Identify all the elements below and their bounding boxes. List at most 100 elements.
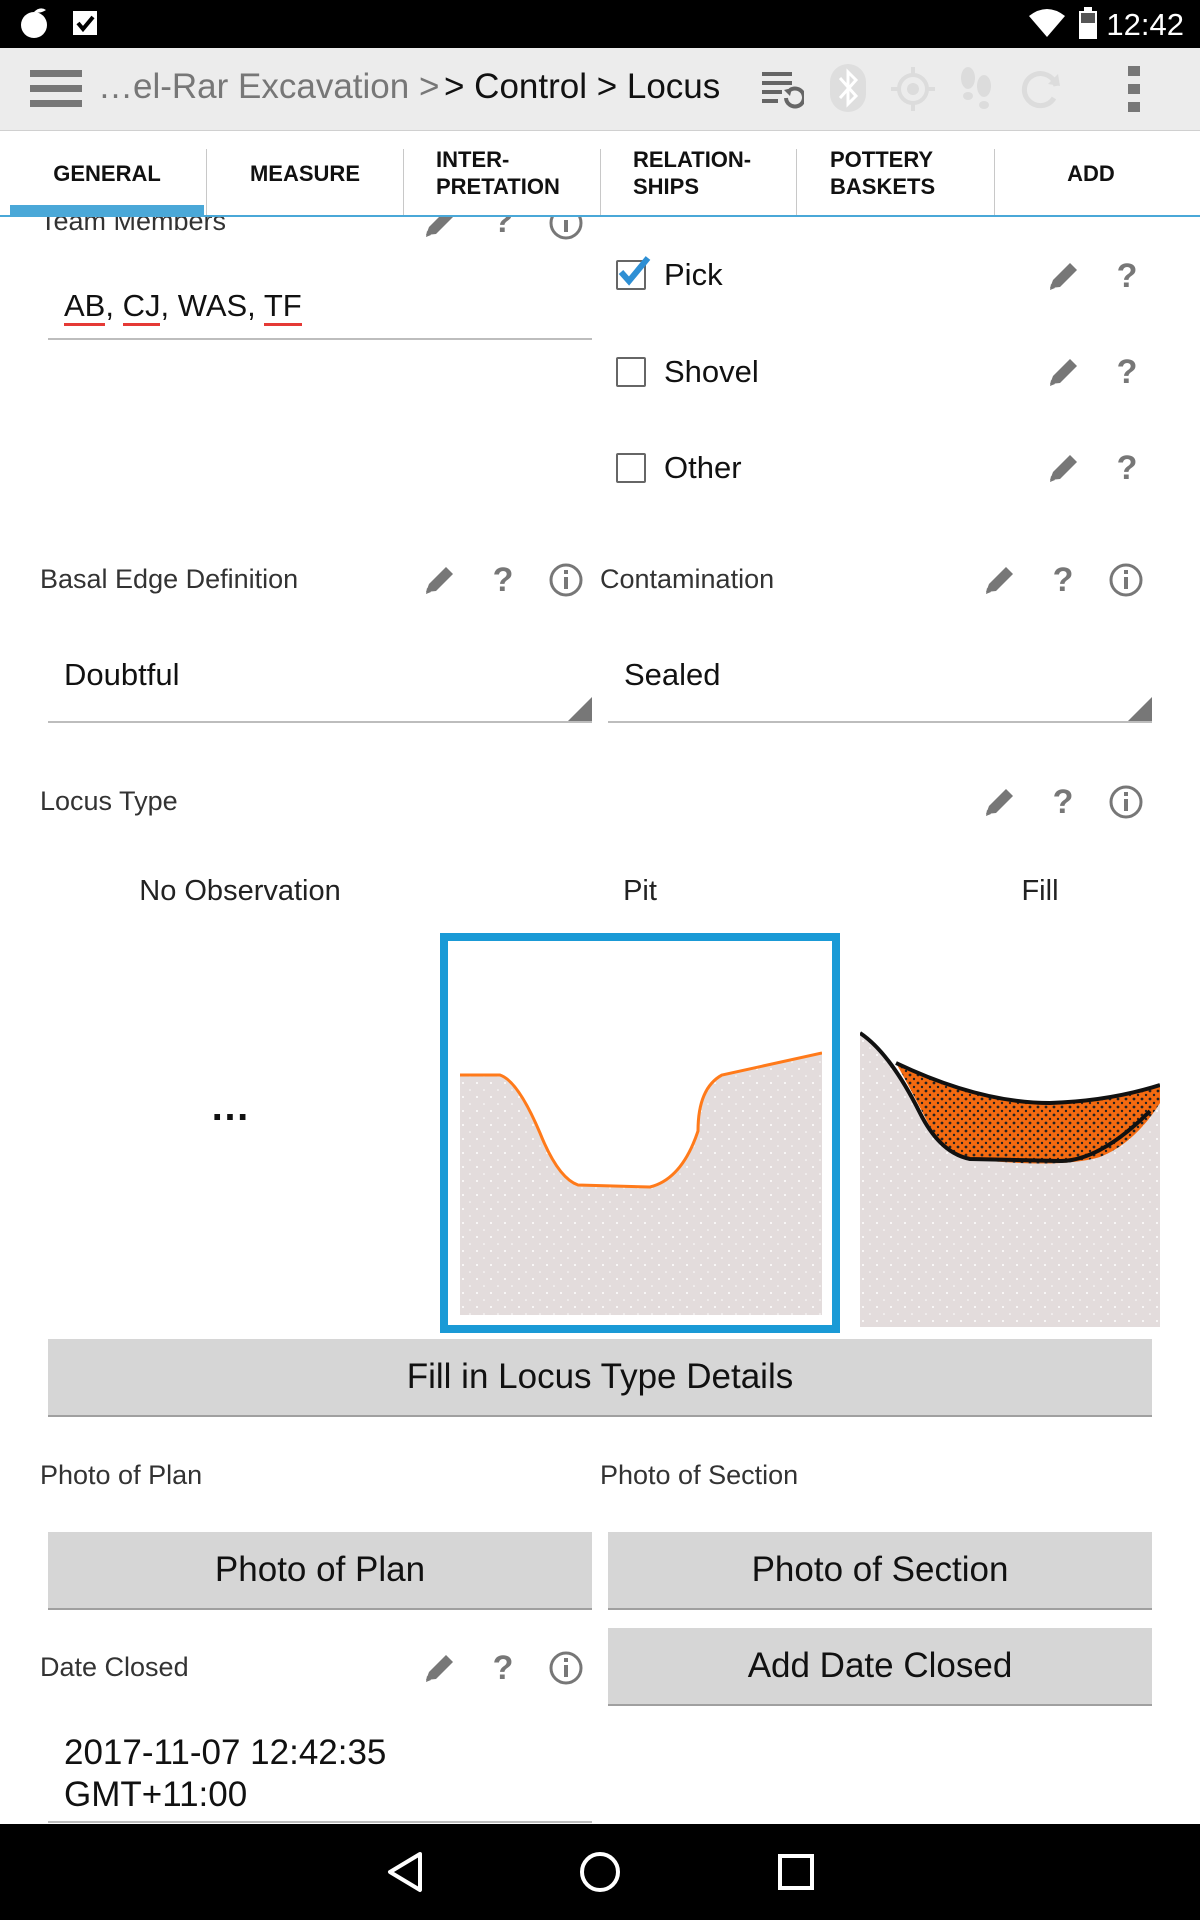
battery-icon [1079, 7, 1097, 39]
locus-option-no-observation[interactable]: … [40, 935, 420, 1275]
shovel-label[interactable]: Shovel [664, 354, 759, 390]
fill-locus-type-details-button[interactable]: Fill in Locus Type Details [48, 1339, 1152, 1417]
team-members-field[interactable]: AB, CJ, WAS, TF [64, 288, 302, 326]
home-icon[interactable] [578, 1850, 622, 1894]
help-icon[interactable]: ? [488, 562, 518, 598]
help-icon[interactable]: ? [1112, 258, 1142, 294]
contamination-value: Sealed [624, 657, 721, 692]
tab-measure[interactable]: MEASURE [208, 131, 402, 215]
notification-download-icon [73, 11, 97, 35]
basal-edge-dropdown[interactable]: Doubtful [48, 647, 592, 727]
info-icon[interactable] [1108, 562, 1144, 598]
status-bar: 12:42 [0, 0, 1200, 48]
footsteps-icon[interactable] [956, 64, 996, 114]
locus-option-fill[interactable] [860, 933, 1160, 1333]
notification-app-icon [21, 8, 47, 38]
pencil-icon[interactable] [1046, 258, 1082, 294]
refresh-icon[interactable] [1018, 66, 1064, 112]
locus-option-pit[interactable] [440, 933, 840, 1333]
team-members-underline [48, 338, 592, 340]
info-icon[interactable] [548, 562, 584, 598]
date-closed-label: Date Closed [40, 1652, 189, 1682]
info-icon[interactable] [1108, 784, 1144, 820]
pencil-icon[interactable] [982, 562, 1018, 598]
team-members-label: Team Members [40, 217, 227, 236]
date-closed-timezone: GMT+11:00 [64, 1775, 248, 1814]
help-icon[interactable]: ? [488, 1650, 518, 1686]
breadcrumb-parent[interactable]: …el-Rar Excavation > [98, 67, 439, 107]
pencil-icon[interactable] [1046, 354, 1082, 390]
sync-icon[interactable] [760, 68, 804, 110]
shovel-checkbox[interactable] [616, 357, 646, 387]
pencil-icon[interactable] [982, 784, 1018, 820]
pencil-icon[interactable] [422, 1650, 458, 1686]
date-closed-field[interactable]: 2017-11-07 12:42:35 GMT+11:00 [64, 1732, 386, 1816]
tab-divider [206, 149, 207, 215]
pencil-icon[interactable] [422, 562, 458, 598]
locus-option-label: No Observation [139, 875, 341, 907]
breadcrumb-current: > Control > Locus [444, 67, 721, 106]
tab-divider [600, 149, 601, 215]
tab-divider [796, 149, 797, 215]
tab-selected-indicator [10, 205, 204, 215]
help-icon[interactable]: ? [1112, 354, 1142, 390]
photo-of-section-label: Photo of Section [600, 1460, 799, 1490]
tab-divider [994, 149, 995, 215]
contamination-dropdown[interactable]: Sealed [608, 647, 1152, 727]
team-member-text: AB [64, 288, 106, 326]
back-icon[interactable] [384, 1850, 428, 1894]
tab-interpretation[interactable]: INTER- PRETATION [436, 131, 606, 215]
locus-option-label: Fill [1021, 875, 1059, 907]
info-icon[interactable] [548, 1650, 584, 1686]
tab-add[interactable]: ADD [996, 131, 1186, 215]
other-checkbox[interactable] [616, 453, 646, 483]
date-closed-underline [48, 1821, 592, 1823]
photo-of-plan-button[interactable]: Photo of Plan [48, 1532, 592, 1610]
checkmark-icon [618, 256, 651, 286]
add-date-closed-button[interactable]: Add Date Closed [608, 1628, 1152, 1706]
team-member-text: TF [263, 288, 302, 326]
app-bar: …el-Rar Excavation > > Control > Locus [0, 48, 1200, 131]
wifi-icon [1029, 9, 1065, 37]
dropdown-arrow-icon [1128, 697, 1152, 721]
contamination-label: Contamination [600, 564, 775, 594]
dropdown-arrow-icon [568, 697, 592, 721]
gps-icon[interactable] [890, 66, 936, 112]
dropdown-underline [48, 721, 592, 723]
pencil-icon[interactable] [1046, 450, 1082, 486]
team-member-separator: , [105, 288, 123, 323]
info-icon[interactable] [548, 217, 584, 241]
menu-icon[interactable] [30, 68, 82, 110]
fill-illustration [860, 1031, 1160, 1327]
team-member-separator: , WAS, [160, 288, 264, 323]
pick-checkbox[interactable] [616, 256, 651, 290]
help-icon[interactable]: ? [488, 217, 518, 239]
help-icon[interactable]: ? [1048, 784, 1078, 820]
date-closed-value: 2017-11-07 12:42:35 [64, 1733, 387, 1772]
tab-pottery-baskets[interactable]: POTTERY BASKETS [830, 131, 1000, 215]
photo-of-section-button[interactable]: Photo of Section [608, 1532, 1152, 1610]
overflow-icon[interactable] [1126, 64, 1142, 114]
pick-label[interactable]: Pick [664, 257, 723, 293]
locus-type-label: Locus Type [40, 786, 178, 816]
tab-relationships[interactable]: RELATION- SHIPS [633, 131, 803, 215]
bluetooth-icon[interactable] [828, 62, 868, 114]
help-icon[interactable]: ? [1112, 450, 1142, 486]
form-content[interactable]: Team Members ? AB, CJ, WAS, TF Pick ? Sh… [0, 217, 1200, 1824]
other-label[interactable]: Other [664, 450, 742, 486]
clock: 12:42 [1106, 7, 1184, 42]
photo-of-plan-label: Photo of Plan [40, 1460, 203, 1490]
dropdown-underline [608, 721, 1152, 723]
tab-general[interactable]: GENERAL [10, 131, 204, 215]
help-icon[interactable]: ? [1048, 562, 1078, 598]
recents-icon[interactable] [776, 1852, 816, 1892]
basal-edge-label: Basal Edge Definition [40, 564, 299, 594]
pencil-icon[interactable] [422, 217, 458, 241]
navigation-bar [0, 1824, 1200, 1920]
locus-option-label: Pit [623, 875, 657, 907]
pit-illustration [460, 1051, 822, 1315]
team-member-text: CJ [122, 288, 161, 326]
tab-divider [403, 149, 404, 215]
ellipsis-icon: … [210, 1085, 250, 1129]
basal-edge-value: Doubtful [64, 657, 180, 692]
